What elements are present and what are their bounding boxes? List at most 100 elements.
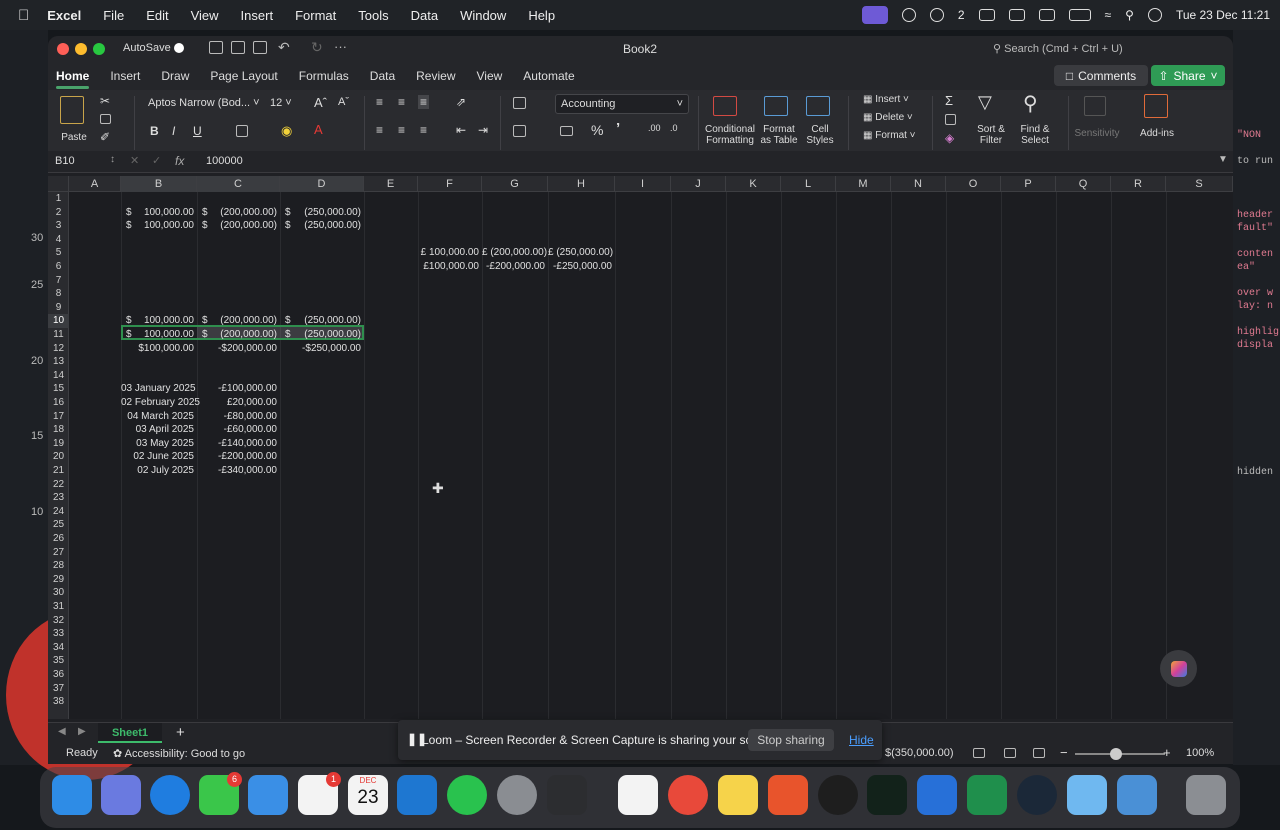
conditional-formatting-icon[interactable] [713, 96, 737, 116]
messages-icon[interactable]: 6 [199, 772, 242, 815]
column-header-b[interactable]: B [121, 176, 197, 192]
row-header-32[interactable]: 32 [48, 614, 69, 628]
amount-cell[interactable]: -£100,000.00 [197, 382, 277, 396]
cell-c2[interactable]: (200,000.00) [197, 206, 277, 220]
cell-b2[interactable]: 100,000.00 [121, 206, 194, 220]
find-icon[interactable]: ⚲ [1023, 91, 1038, 116]
format-as-table-icon[interactable] [764, 96, 788, 116]
cell-b3[interactable]: 100,000.00 [121, 219, 194, 233]
orientation-icon[interactable]: ⇗ [456, 95, 466, 109]
date-cell[interactable]: 02 June 2025 [121, 450, 194, 464]
screen-share-icon[interactable] [861, 6, 888, 24]
expand-formula-icon[interactable]: ▼ [1218, 154, 1228, 165]
row-header-29[interactable]: 29 [48, 573, 69, 587]
column-header-m[interactable]: M [836, 176, 891, 192]
select-all-corner[interactable] [48, 176, 69, 192]
cell-c10[interactable]: (200,000.00) [197, 314, 277, 328]
paste-icon[interactable] [60, 96, 84, 124]
column-header-d[interactable]: D [280, 176, 364, 192]
row-header-30[interactable]: 30 [48, 586, 69, 600]
slack-icon[interactable] [618, 775, 658, 815]
calendar-icon[interactable]: DEC 23 [348, 775, 388, 815]
page-break-view-icon[interactable] [1033, 748, 1045, 758]
name-box[interactable]: B10 [55, 155, 75, 167]
close-window-button[interactable] [57, 43, 69, 55]
cell-styles-button[interactable]: Cell Styles [800, 124, 840, 146]
menu-data[interactable]: Data [411, 8, 438, 23]
launchpad-icon[interactable] [101, 775, 141, 815]
date-cell[interactable]: 02 February 2025 [121, 396, 200, 410]
keyboard-icon[interactable] [978, 9, 995, 21]
search-icon[interactable]: ⚲ [1125, 8, 1134, 22]
copy-icon[interactable] [100, 114, 111, 124]
font-color-icon[interactable]: A [314, 122, 323, 137]
edit-icon[interactable] [253, 41, 267, 54]
align-left-icon[interactable]: ≡ [376, 123, 383, 137]
system-settings-icon[interactable] [497, 775, 537, 815]
bluetooth-icon[interactable] [917, 775, 957, 815]
row-header-4[interactable]: 4 [48, 233, 69, 247]
tab-automate[interactable]: Automate [523, 69, 574, 83]
column-header-l[interactable]: L [781, 176, 836, 192]
swift-icon[interactable] [768, 775, 808, 815]
row-header-23[interactable]: 23 [48, 491, 69, 505]
date-cell[interactable]: 04 March 2025 [121, 410, 194, 424]
trash-icon[interactable] [1186, 775, 1226, 815]
row-header-27[interactable]: 27 [48, 546, 69, 560]
cell-c11[interactable]: (200,000.00) [197, 328, 277, 342]
date-cell[interactable]: 03 May 2025 [121, 437, 194, 451]
zoom-in-button[interactable]: + [1163, 745, 1171, 760]
row-header-25[interactable]: 25 [48, 518, 69, 532]
decrease-decimal-icon[interactable]: .0 [670, 123, 678, 133]
zoom-level[interactable]: 100% [1186, 747, 1214, 759]
cell-f5[interactable]: £ 100,000.00 [418, 246, 479, 260]
row-header-13[interactable]: 13 [48, 355, 69, 369]
delete-cells-button[interactable]: ▦ Delete ˅ [863, 112, 913, 123]
row-header-12[interactable]: 12 [48, 342, 69, 356]
merge-center-icon[interactable] [513, 125, 526, 137]
row-header-10[interactable]: 10 [48, 314, 69, 328]
row-header-26[interactable]: 26 [48, 532, 69, 546]
clock[interactable]: Tue 23 Dec 11:21 [1176, 8, 1270, 22]
cell-c3[interactable]: (200,000.00) [197, 219, 277, 233]
hide-link[interactable]: Hide [849, 733, 874, 747]
row-header-34[interactable]: 34 [48, 641, 69, 655]
menu-format[interactable]: Format [295, 8, 336, 23]
cell-d12[interactable]: -$250,000.00 [280, 342, 361, 356]
align-top-icon[interactable]: ≡ [376, 95, 383, 109]
column-header-i[interactable]: I [615, 176, 671, 192]
row-header-22[interactable]: 22 [48, 478, 69, 492]
chrome-icon[interactable] [668, 775, 708, 815]
column-header-n[interactable]: N [891, 176, 946, 192]
status-sum[interactable]: $(350,000.00) [885, 747, 954, 759]
align-right-icon[interactable]: ≡ [420, 123, 427, 137]
apple-icon[interactable]:  [18, 7, 29, 24]
increase-indent-icon[interactable]: ⇥ [478, 123, 488, 137]
column-header-f[interactable]: F [418, 176, 482, 192]
paste-label[interactable]: Paste [56, 132, 92, 143]
safari-icon[interactable] [150, 775, 190, 815]
row-header-19[interactable]: 19 [48, 437, 69, 451]
row-header-17[interactable]: 17 [48, 410, 69, 424]
window-icon[interactable] [1038, 9, 1055, 21]
tab-page-layout[interactable]: Page Layout [210, 69, 277, 83]
cut-icon[interactable]: ✂ [100, 94, 110, 108]
undo-icon[interactable]: ↶ [278, 39, 290, 56]
cell-b10[interactable]: 100,000.00 [121, 314, 194, 328]
add-sheet-button[interactable]: + [176, 724, 185, 741]
autosum-icon[interactable]: Σ [945, 93, 953, 108]
column-header-q[interactable]: Q [1056, 176, 1111, 192]
home-icon[interactable] [209, 41, 223, 54]
row-header-33[interactable]: 33 [48, 627, 69, 641]
menu-app-name[interactable]: Excel [47, 8, 81, 23]
column-header-o[interactable]: O [946, 176, 1001, 192]
date-cell[interactable]: 02 July 2025 [121, 464, 194, 478]
cell-d3[interactable]: (250,000.00) [280, 219, 361, 233]
menu-insert[interactable]: Insert [241, 8, 274, 23]
column-header-r[interactable]: R [1111, 176, 1166, 192]
format-as-table-button[interactable]: Format as Table [755, 124, 803, 146]
sort-filter-icon[interactable]: ▽ [978, 92, 992, 113]
borders-icon[interactable] [236, 125, 248, 137]
minimize-window-button[interactable] [75, 43, 87, 55]
excel-icon[interactable] [967, 775, 1007, 815]
